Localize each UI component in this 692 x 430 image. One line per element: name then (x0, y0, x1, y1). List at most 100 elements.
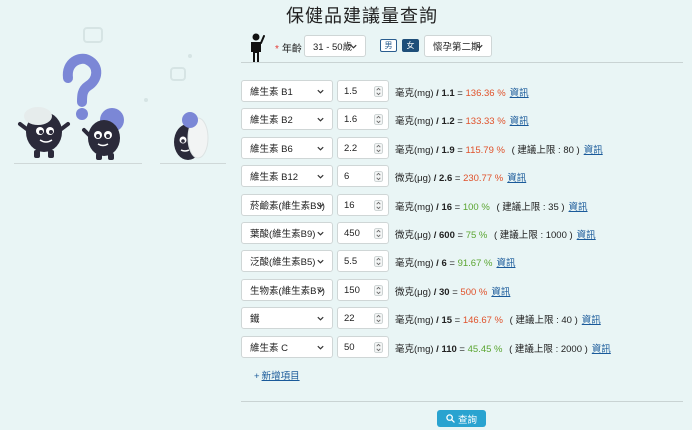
info-link[interactable]: 資訊 (507, 173, 526, 184)
nutrient-select[interactable]: 維生素 B6 (241, 137, 333, 159)
nutrient-select[interactable]: 泛酸(維生素B5) (241, 250, 333, 272)
info-link[interactable]: 資訊 (496, 258, 515, 269)
info-link[interactable]: 資訊 (569, 202, 588, 213)
amount-value: 5.5 (344, 255, 358, 267)
percent-value: 230.77 % (463, 173, 504, 184)
stepper-icon[interactable] (374, 313, 383, 324)
nutrient-select[interactable]: 生物素(維生素B7) (241, 279, 333, 301)
nutrient-select[interactable]: 葉酸(維生素B9) (241, 222, 333, 244)
percent-value: 100 % (462, 202, 490, 213)
unit: 毫克(mg) (395, 145, 434, 156)
rda-value: 1.2 (441, 116, 455, 127)
amount-value: 22 (344, 312, 355, 324)
nutrient-select[interactable]: 維生素 B1 (241, 80, 333, 102)
formula-text: 微克(μg) / 600 = 75 % ( 建議上限 : 1000 ) 資訊 (395, 230, 596, 241)
formula-text: 毫克(mg) / 1.2 = 133.33 % 資訊 (395, 116, 529, 127)
stepper-icon[interactable] (374, 86, 383, 97)
page-title: 保健品建議量查詢 (286, 6, 438, 26)
amount-value: 2.2 (344, 142, 358, 154)
percent-value: 133.33 % (465, 116, 506, 127)
formula-text: 毫克(mg) / 1.9 = 115.79 % ( 建議上限 : 80 ) 資訊 (395, 145, 603, 156)
rda-slash: / (436, 88, 439, 99)
nutrient-row: 鐵 22 毫克(mg) / 15 = 146.67 % ( 建議上限 : 40 ) 資… (241, 307, 691, 329)
formula-text: 微克(μg) / 30 = 500 % 資訊 (395, 287, 511, 298)
info-link[interactable]: 資訊 (577, 230, 596, 241)
amount-input[interactable]: 50 (337, 336, 389, 358)
info-link[interactable]: 資訊 (491, 287, 510, 298)
percent-value: 500 % (460, 287, 488, 298)
percent-value: 75 % (465, 230, 488, 241)
stepper-icon[interactable] (374, 200, 383, 211)
gender-male-button[interactable]: 男 (380, 39, 397, 52)
formula-text: 毫克(mg) / 110 = 45.45 % ( 建議上限 : 2000 ) 資訊 (395, 344, 611, 355)
nutrient-row: 葉酸(維生素B9) 450 微克(μg) / 600 = 75 % ( 建議上限 :… (241, 222, 691, 244)
query-button[interactable]: 查詢 (437, 410, 486, 427)
amount-input[interactable]: 22 (337, 307, 389, 329)
chevron-down-icon (476, 44, 483, 49)
amount-input[interactable]: 16 (337, 194, 389, 216)
nutrient-select-value: 菸鹼素(維生素B3) (250, 201, 325, 212)
amount-input[interactable]: 450 (337, 222, 389, 244)
info-link[interactable]: 資訊 (592, 344, 611, 355)
nutrient-select[interactable]: 維生素 B2 (241, 108, 333, 130)
rda-value: 6 (441, 258, 447, 269)
amount-value: 1.5 (344, 85, 358, 97)
nutrient-row: 維生素 B2 1.6 毫克(mg) / 1.2 = 133.33 % 資訊 (241, 108, 691, 130)
formula-text: 微克(μg) / 2.6 = 230.77 % 資訊 (395, 173, 527, 184)
nutrient-select[interactable]: 維生素 C (241, 336, 333, 358)
rda-value: 1.1 (441, 88, 455, 99)
stepper-icon[interactable] (374, 171, 383, 182)
info-link[interactable]: 資訊 (582, 315, 601, 326)
nutrient-select[interactable]: 維生素 B12 (241, 165, 333, 187)
nutrient-select-value: 鐵 (250, 314, 260, 325)
search-icon (446, 414, 455, 423)
chevron-down-icon (317, 259, 324, 264)
add-item-link[interactable]: + 新增項目 (254, 368, 300, 382)
rda-slash: / (436, 145, 439, 156)
nutrient-row: 維生素 C 50 毫克(mg) / 110 = 45.45 % ( 建議上限 : 2… (241, 336, 691, 358)
nutrient-select-value: 維生素 C (250, 343, 289, 354)
pregnancy-select[interactable]: 懷孕第二期 (424, 35, 492, 57)
percent-value: 91.67 % (457, 258, 493, 269)
nutrient-select[interactable]: 菸鹼素(維生素B3) (241, 194, 333, 216)
stepper-icon[interactable] (374, 285, 383, 296)
rda-slash: / (436, 344, 439, 355)
unit: 微克(μg) (395, 230, 432, 241)
amount-input[interactable]: 2.2 (337, 137, 389, 159)
age-select[interactable]: 31 - 50歲 (304, 35, 366, 57)
amount-input[interactable]: 1.6 (337, 108, 389, 130)
info-link[interactable]: 資訊 (510, 88, 529, 99)
unit: 毫克(mg) (395, 202, 434, 213)
upper-limit: ( 建議上限 : 2000 ) (509, 344, 588, 355)
gender-female-button[interactable]: 女 (402, 39, 419, 52)
nutrient-select[interactable]: 鐵 (241, 307, 333, 329)
stepper-icon[interactable] (374, 228, 383, 239)
amount-input[interactable]: 5.5 (337, 250, 389, 272)
rda-value: 30 (439, 287, 450, 298)
nutrient-row: 生物素(維生素B7) 150 微克(μg) / 30 = 500 % 資訊 (241, 279, 691, 301)
stepper-icon[interactable] (374, 143, 383, 154)
rda-slash: / (436, 258, 439, 269)
rda-slash: / (436, 202, 439, 213)
chevron-down-icon (317, 316, 324, 321)
amount-input[interactable]: 150 (337, 279, 389, 301)
add-item-label: 新增項目 (261, 371, 300, 382)
info-link[interactable]: 資訊 (510, 116, 529, 127)
rda-value: 16 (441, 202, 453, 213)
rda-slash: / (433, 230, 437, 241)
info-link[interactable]: 資訊 (584, 145, 603, 156)
stepper-icon[interactable] (374, 256, 383, 267)
unit: 毫克(mg) (395, 258, 434, 269)
stepper-icon[interactable] (374, 342, 383, 353)
formula-text: 毫克(mg) / 6 = 91.67 % 資訊 (395, 258, 516, 269)
rda-value: 15 (441, 315, 453, 326)
chevron-down-icon (317, 117, 324, 122)
rda-slash: / (436, 116, 439, 127)
amount-input[interactable]: 1.5 (337, 80, 389, 102)
amount-value: 6 (344, 170, 350, 182)
amount-input[interactable]: 6 (337, 165, 389, 187)
upper-limit: ( 建議上限 : 1000 ) (494, 230, 573, 241)
stepper-icon[interactable] (374, 114, 383, 125)
nutrient-select-value: 維生素 B6 (250, 144, 293, 155)
rda-slash: / (436, 315, 439, 326)
